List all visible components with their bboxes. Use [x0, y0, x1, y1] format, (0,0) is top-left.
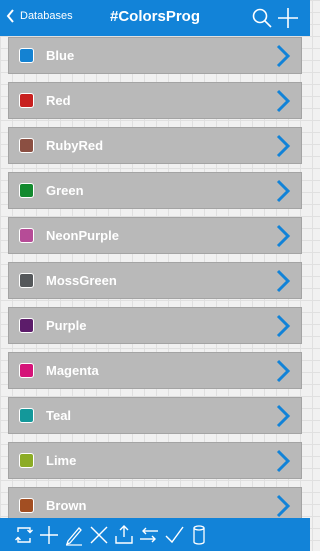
upload-icon: [115, 525, 133, 544]
color-swatch: [19, 318, 34, 333]
confirm-button[interactable]: [163, 524, 185, 546]
navigation-bar: Databases #ColorsProg: [0, 0, 310, 36]
color-swatch: [19, 363, 34, 378]
export-button[interactable]: [113, 524, 135, 546]
sync-button[interactable]: [13, 524, 35, 546]
color-swatch: [19, 498, 34, 513]
search-icon: [252, 8, 272, 28]
list-item-label: Teal: [46, 408, 72, 423]
list-item[interactable]: RubyRed: [8, 127, 302, 164]
delete-icon: [90, 526, 108, 544]
chevron-left-icon: [6, 9, 14, 23]
back-button[interactable]: Databases: [6, 9, 73, 23]
list-item[interactable]: Purple: [8, 307, 302, 344]
color-swatch: [19, 453, 34, 468]
list-item[interactable]: Lime: [8, 442, 302, 479]
color-swatch: [19, 183, 34, 198]
list-item[interactable]: Blue: [8, 37, 302, 74]
list-item-label: Brown: [46, 498, 87, 513]
list-item[interactable]: Teal: [8, 397, 302, 434]
list-item[interactable]: Brown: [8, 487, 302, 518]
list-item-label: RubyRed: [46, 138, 104, 153]
plus-icon: [278, 8, 298, 28]
list-item-label: Lime: [46, 453, 77, 468]
list-item-label: MossGreen: [46, 273, 117, 288]
sort-icon: [140, 527, 158, 543]
list-item[interactable]: Red: [8, 82, 302, 119]
chevron-right-icon[interactable]: [275, 133, 291, 159]
chevron-right-icon[interactable]: [275, 448, 291, 474]
color-swatch: [19, 273, 34, 288]
list-item-label: Magenta: [46, 363, 99, 378]
database-button[interactable]: [188, 524, 210, 546]
list-item-label: Purple: [46, 318, 87, 333]
search-button[interactable]: [250, 6, 274, 30]
chevron-right-icon[interactable]: [275, 43, 291, 69]
color-swatch: [19, 93, 34, 108]
chevron-right-icon[interactable]: [275, 313, 291, 339]
list-item[interactable]: NeonPurple: [8, 217, 302, 254]
sync-icon: [15, 527, 33, 543]
plus-icon: [40, 526, 58, 544]
chevron-right-icon[interactable]: [275, 268, 291, 294]
color-swatch: [19, 138, 34, 153]
check-icon: [165, 526, 184, 544]
list-item[interactable]: Magenta: [8, 352, 302, 389]
sort-button[interactable]: [138, 524, 160, 546]
database-icon: [193, 525, 205, 545]
list-item[interactable]: MossGreen: [8, 262, 302, 299]
add-button[interactable]: [276, 6, 300, 30]
chevron-right-icon[interactable]: [275, 403, 291, 429]
pencil-icon: [65, 527, 82, 546]
edit-button[interactable]: [63, 524, 85, 546]
chevron-right-icon[interactable]: [275, 88, 291, 114]
add-item-button[interactable]: [38, 524, 60, 546]
list-item-label: NeonPurple: [46, 228, 119, 243]
list-item[interactable]: Green: [8, 172, 302, 209]
color-swatch: [19, 48, 34, 63]
delete-button[interactable]: [88, 524, 110, 546]
color-swatch: [19, 228, 34, 243]
bottom-toolbar: [0, 518, 310, 551]
color-list: Blue Red RubyRed Green NeonPurple MossGr…: [8, 36, 302, 518]
back-button-label: Databases: [20, 10, 73, 22]
chevron-right-icon[interactable]: [275, 178, 291, 204]
chevron-right-icon[interactable]: [275, 493, 291, 518]
chevron-right-icon[interactable]: [275, 223, 291, 249]
color-swatch: [19, 408, 34, 423]
list-item-label: Blue: [46, 48, 75, 63]
list-item-label: Red: [46, 93, 71, 108]
chevron-right-icon[interactable]: [275, 358, 291, 384]
list-item-label: Green: [46, 183, 84, 198]
